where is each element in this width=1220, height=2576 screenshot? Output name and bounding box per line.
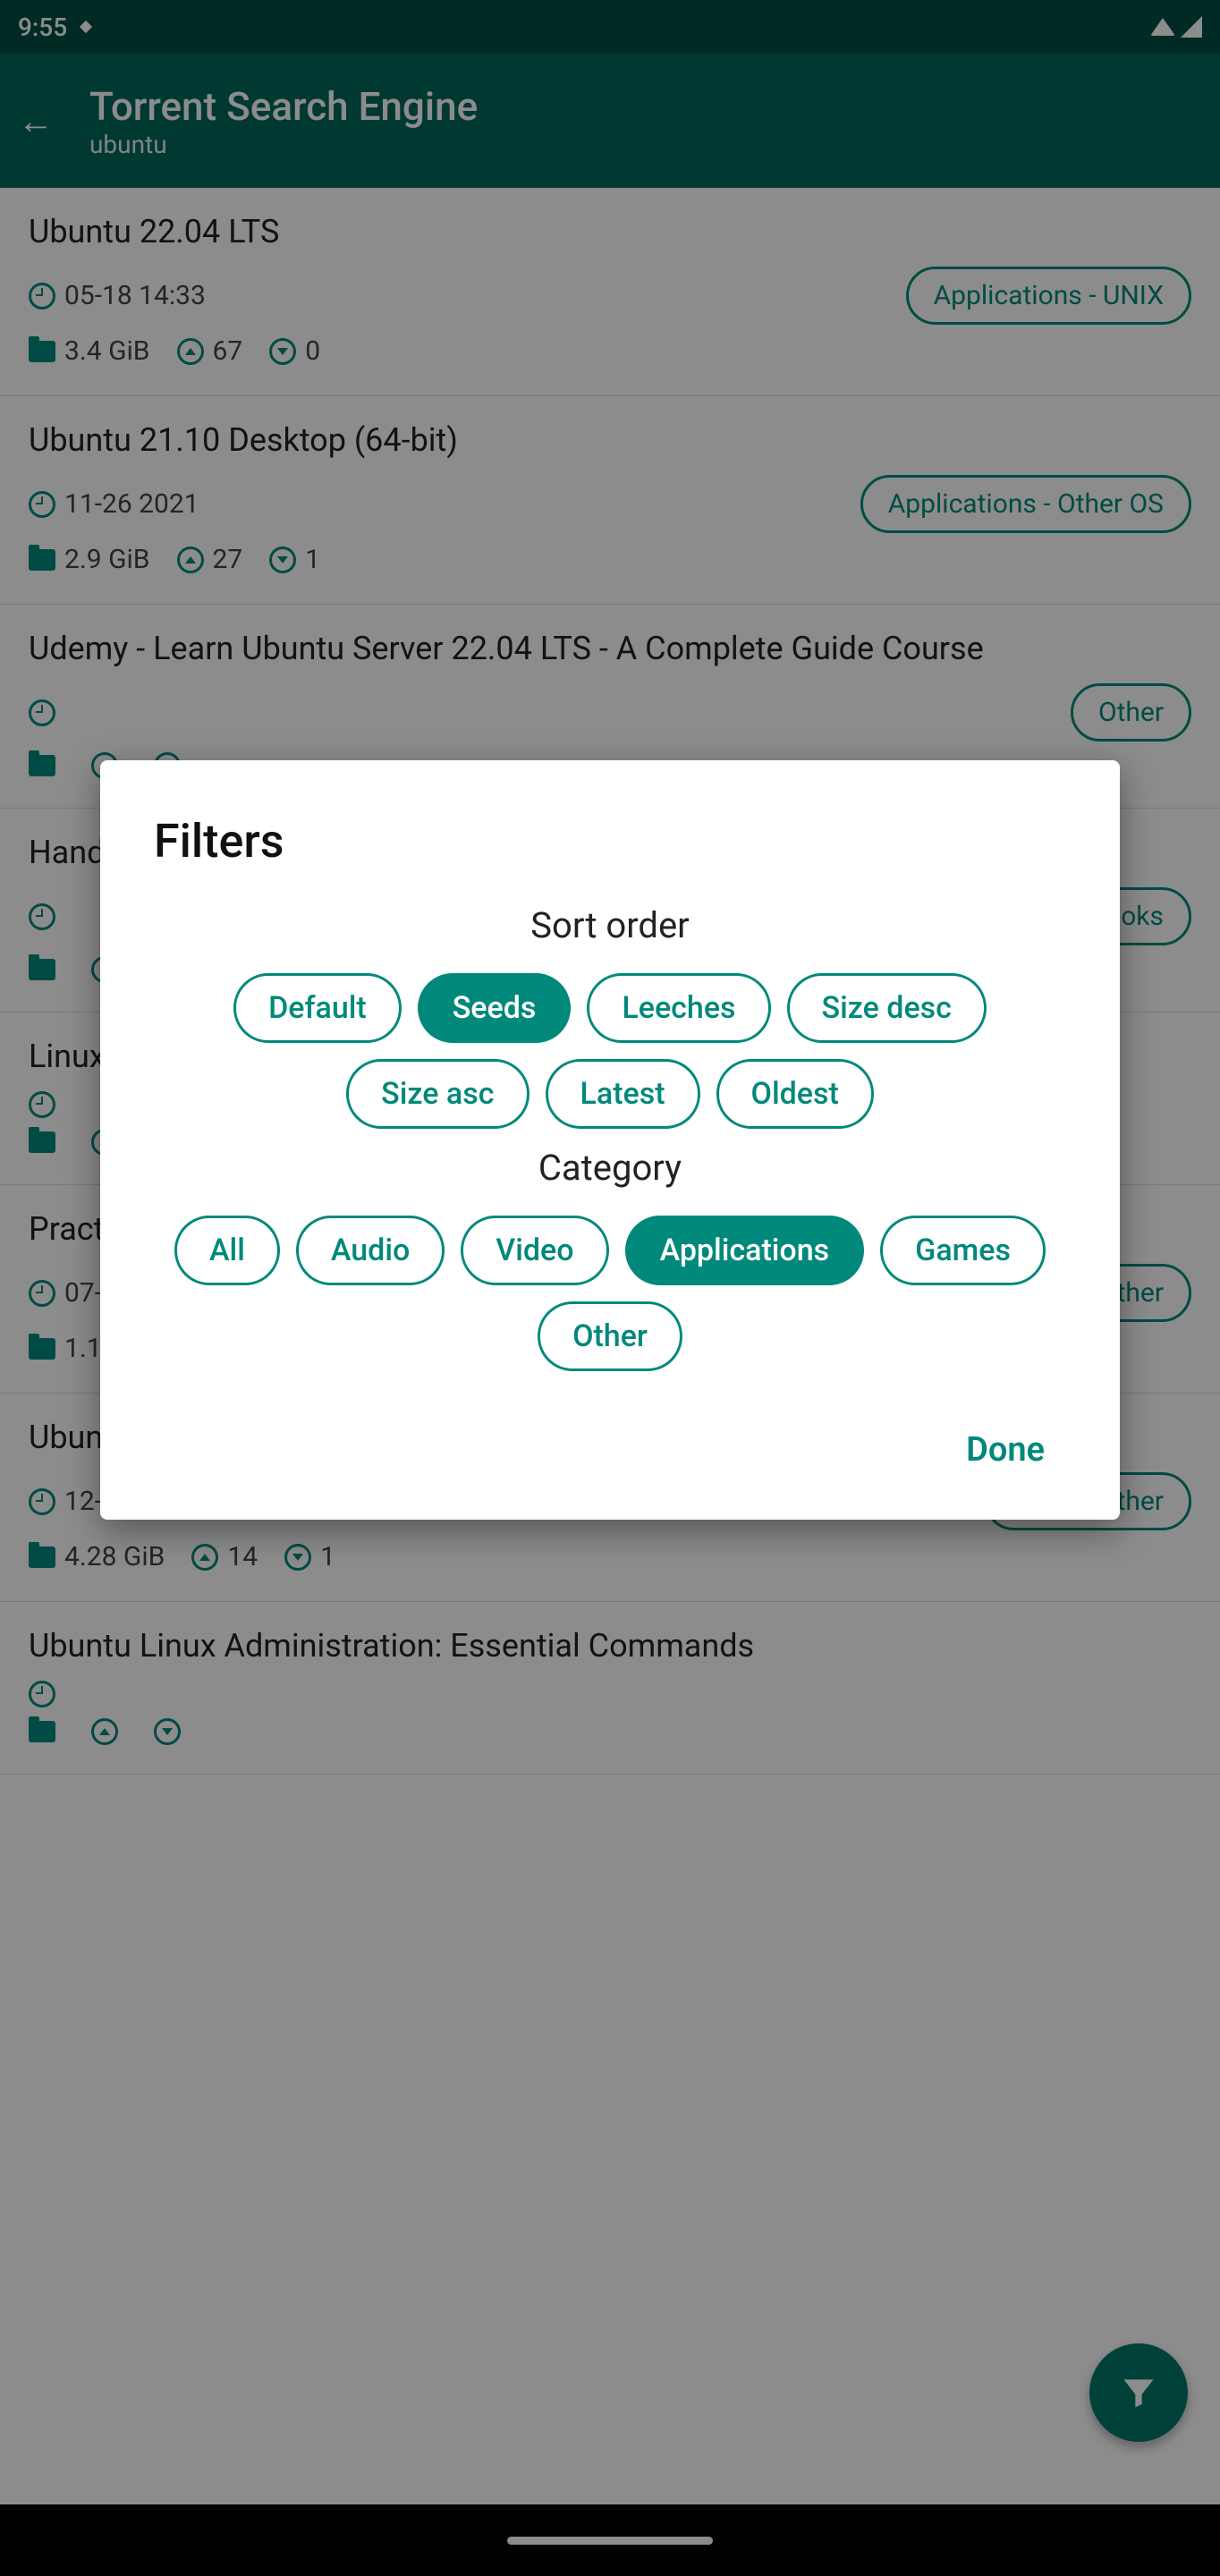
category-chip[interactable]: Audio [296, 1216, 445, 1285]
sort-chip[interactable]: Latest [546, 1059, 700, 1129]
category-chip[interactable]: Video [461, 1216, 608, 1285]
sort-chip[interactable]: Oldest [716, 1059, 874, 1129]
sort-chip[interactable]: Default [233, 973, 402, 1043]
sort-chips: DefaultSeedsLeechesSize desc Size ascLate… [154, 973, 1066, 1129]
category-chip[interactable]: Games [880, 1216, 1046, 1285]
category-label: Category [154, 1147, 1066, 1189]
category-chip[interactable]: Applications [625, 1216, 865, 1285]
category-chip[interactable]: All [174, 1216, 280, 1285]
sort-chip[interactable]: Leeches [587, 973, 770, 1043]
done-button[interactable]: Done [945, 1416, 1066, 1484]
category-chips: AllAudioVideoApplicationsGames Other [154, 1216, 1066, 1371]
sort-chip[interactable]: Seeds [418, 973, 572, 1043]
category-chip[interactable]: Other [538, 1301, 682, 1371]
filters-dialog: Filters Sort order DefaultSeedsLeechesSi… [100, 760, 1120, 1520]
sort-chip[interactable]: Size asc [346, 1059, 529, 1129]
dialog-title: Filters [154, 814, 1066, 869]
sort-chip[interactable]: Size desc [787, 973, 987, 1043]
sort-order-label: Sort order [154, 904, 1066, 946]
